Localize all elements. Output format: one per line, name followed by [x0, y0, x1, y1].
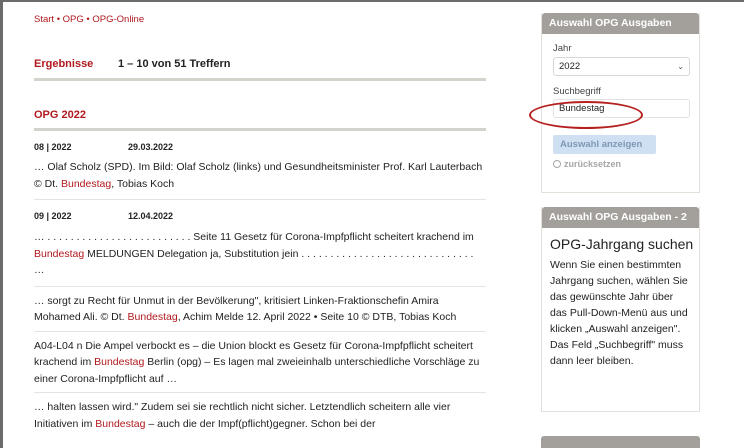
help-heading: OPG-Jahrgang suchen [550, 236, 694, 252]
sidebar-box-help: Auswahl OPG Ausgaben - 2 OPG-Jahrgang su… [541, 207, 700, 412]
breadcrumb[interactable]: Start • OPG • OPG-Online [34, 14, 486, 28]
results-header: Ergebnisse 1 – 10 von 51 Treffern [34, 57, 486, 71]
result-entry: 08 | 2022 29.03.2022 … Olaf Scholz (SPD)… [34, 142, 486, 192]
divider [34, 199, 486, 200]
year-select-value: 2022 [559, 61, 581, 72]
search-highlight: Bundestag [95, 417, 146, 430]
result-snippet[interactable]: … halten lassen wird." Zudem sei sie rec… [34, 399, 486, 432]
divider [34, 128, 486, 131]
reset-label: zurücksetzen [564, 159, 622, 169]
sidebar-box-title [541, 436, 700, 448]
reset-circle-icon [553, 160, 561, 168]
results-label: Ergebnisse [34, 58, 94, 70]
year-label: Jahr [553, 43, 572, 54]
sidebar-box-partial [541, 436, 700, 448]
chevron-down-icon: ⌄ [677, 62, 684, 71]
result-entry: 09 | 2022 12.04.2022 … . . . . . . . . .… [34, 211, 486, 432]
result-snippet[interactable]: … Olaf Scholz (SPD). Im Bild: Olaf Schol… [34, 159, 486, 192]
sidebar-box-title: Auswahl OPG Ausgaben [542, 13, 699, 34]
highlight-ellipse [529, 101, 643, 129]
year-select[interactable]: 2022 ⌄ [553, 57, 690, 76]
divider [34, 285, 486, 287]
sidebar-box-title: Auswahl OPG Ausgaben - 2 [542, 207, 699, 228]
entry-meta: 09 | 2022 12.04.2022 [34, 211, 486, 221]
search-highlight: Bundestag [94, 356, 145, 368]
issue-date: 12.04.2022 [128, 211, 174, 221]
main-content: Start • OPG • OPG-Online Ergebnisse 1 – … [34, 14, 486, 432]
results-count: 1 – 10 von 51 Treffern [118, 58, 231, 70]
show-selection-button[interactable]: Auswahl anzeigen [553, 135, 656, 154]
result-snippet[interactable]: … . . . . . . . . . . . . . . . . . . . … [34, 229, 486, 279]
reset-link[interactable]: zurücksetzen [553, 159, 699, 169]
search-highlight: Bundestag [61, 177, 112, 190]
divider [34, 330, 486, 332]
entry-meta: 08 | 2022 29.03.2022 [34, 142, 486, 152]
issue-number[interactable]: 09 | 2022 [34, 211, 128, 221]
search-highlight: Bundestag [127, 311, 178, 323]
search-label: Suchbegriff [553, 86, 601, 97]
search-highlight: Bundestag [34, 247, 85, 260]
window-frame-left [0, 0, 3, 448]
issue-date: 29.03.2022 [128, 142, 174, 152]
year-heading: OPG 2022 [34, 109, 86, 121]
result-snippet[interactable]: … sorgt zu Recht für Unmut in der Bevölk… [34, 293, 486, 326]
divider [34, 78, 486, 81]
issue-number[interactable]: 08 | 2022 [34, 142, 128, 152]
window-frame-top [0, 0, 744, 2]
divider [34, 392, 486, 393]
result-snippet[interactable]: A04-L04 n Die Ampel verbockt es – die Un… [34, 338, 486, 388]
help-text: Wenn Sie einen bestimmten Jahrgang suche… [550, 259, 688, 367]
